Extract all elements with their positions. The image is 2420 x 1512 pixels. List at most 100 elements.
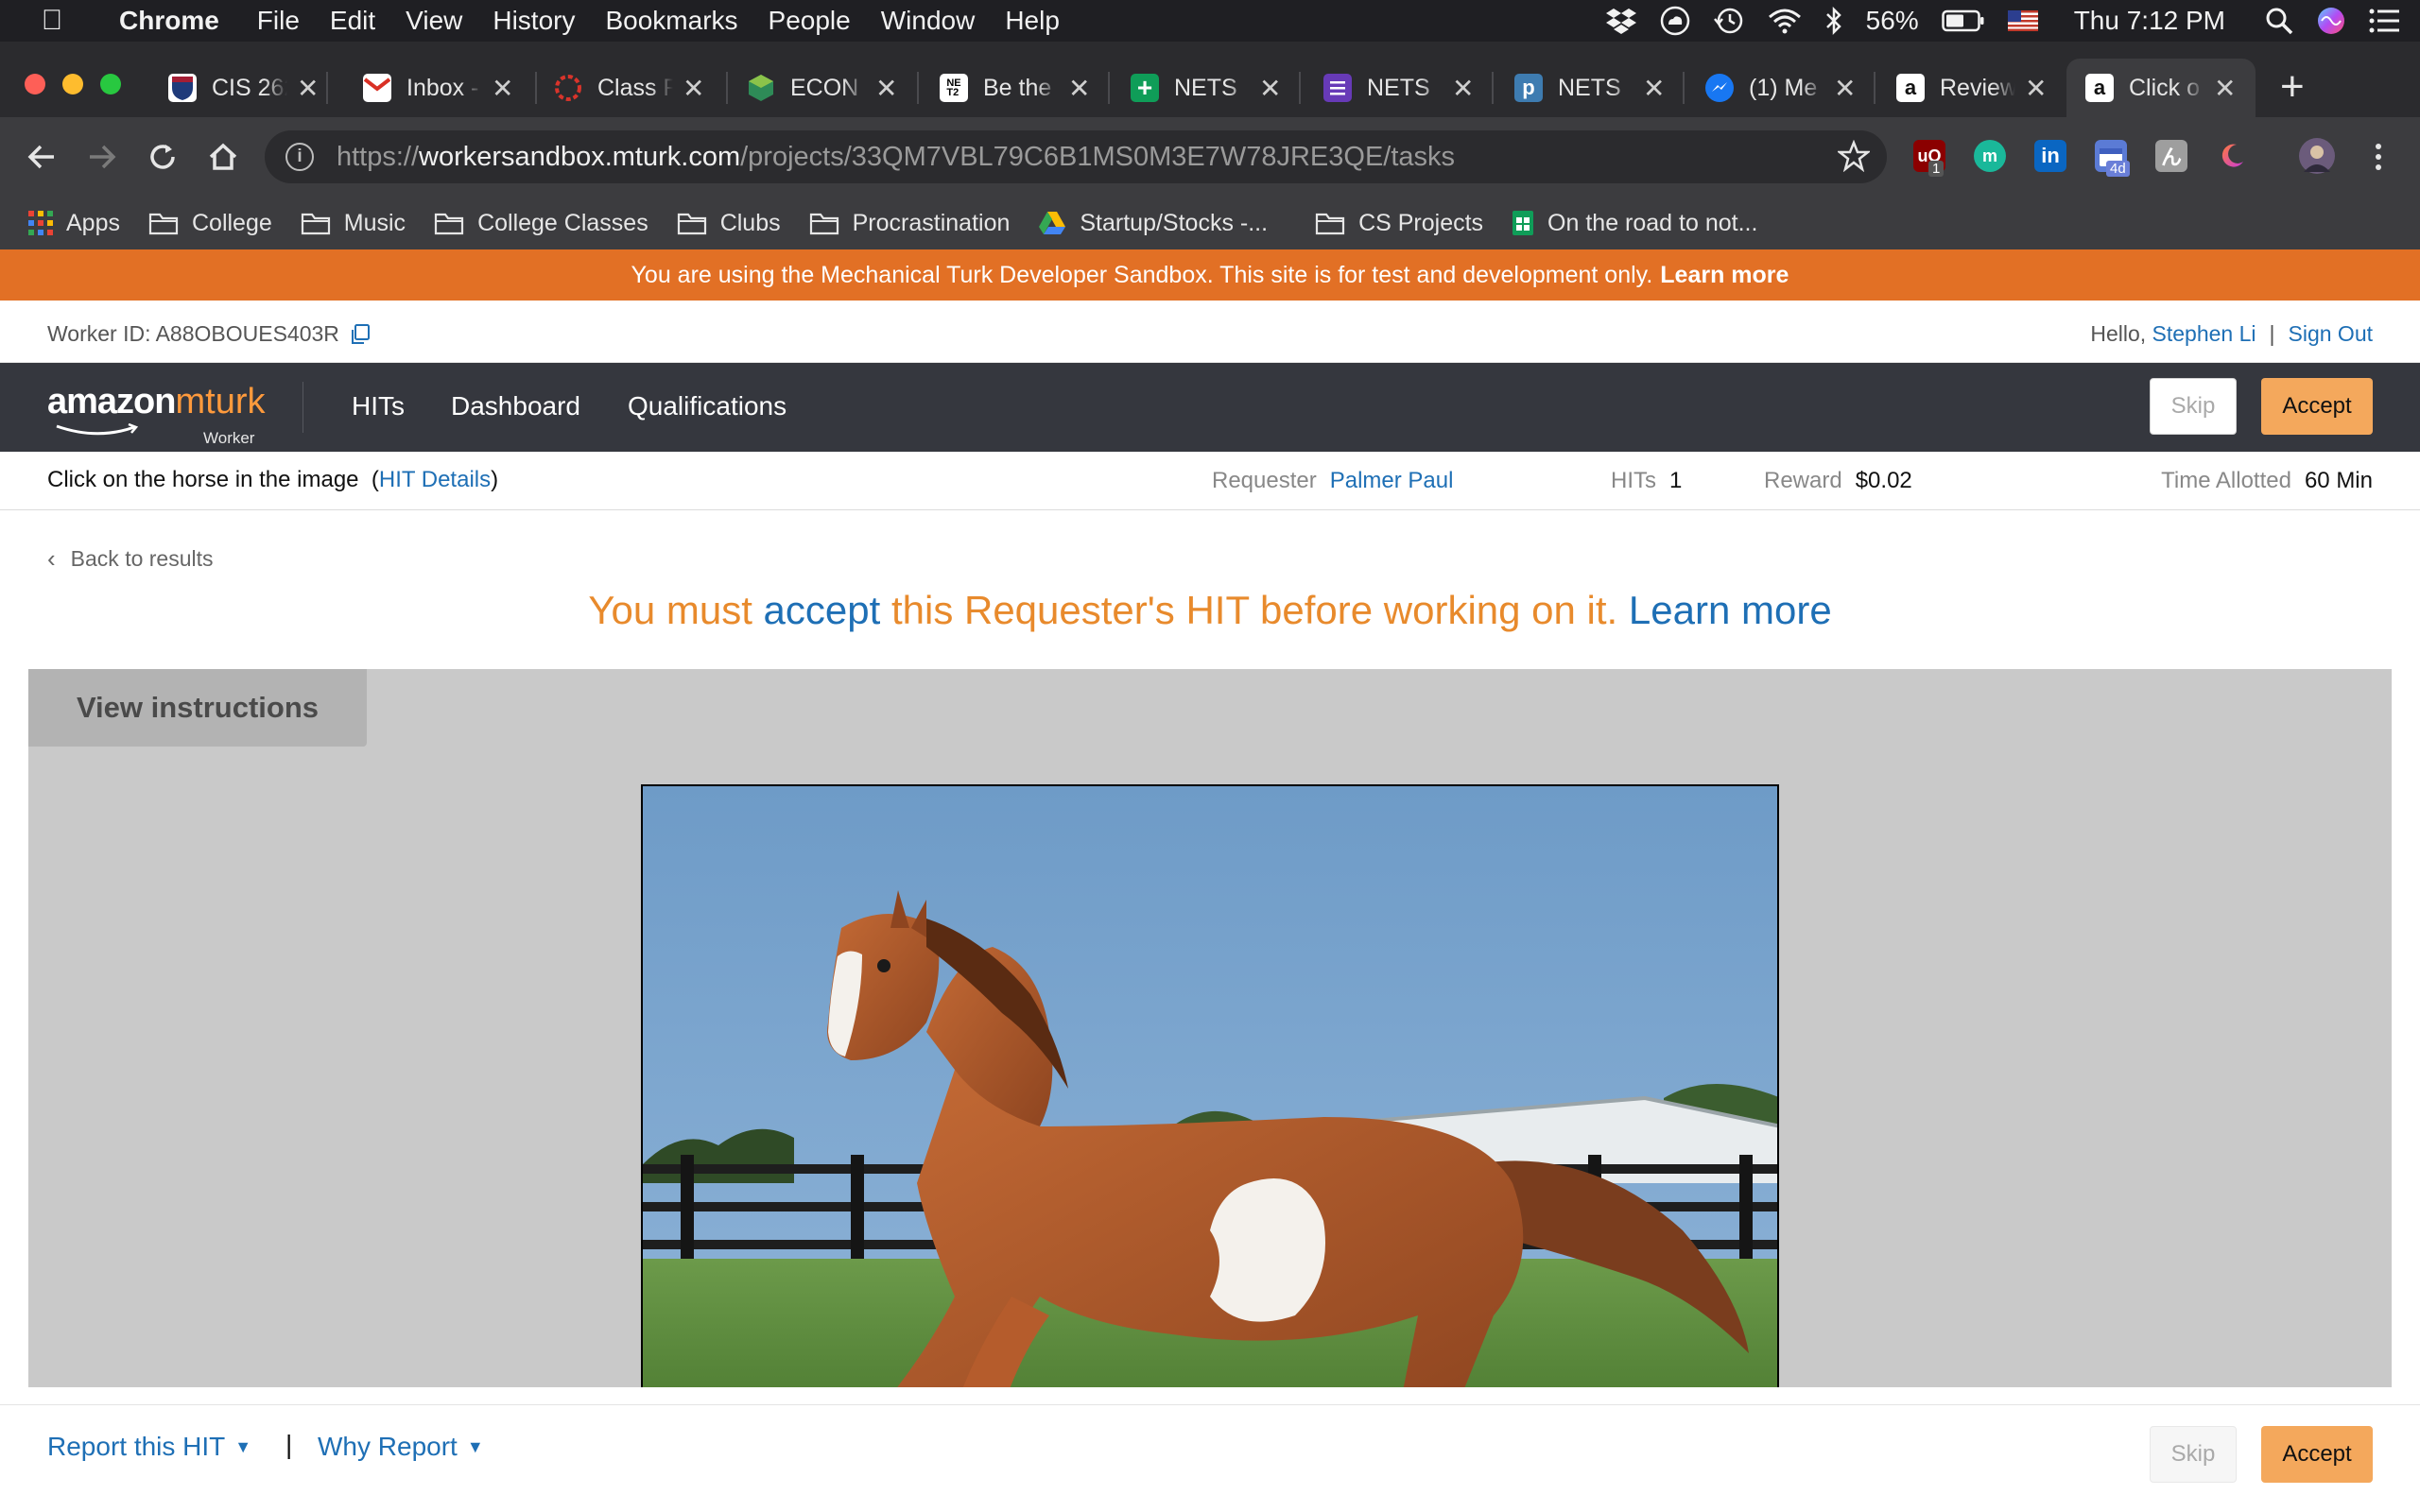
tab-close-icon[interactable]: ✕ [1834, 73, 1856, 104]
apple-menu-icon[interactable]:  [0, 5, 104, 37]
sandbox-learn-more-link[interactable]: Learn more [1660, 262, 1789, 289]
browser-tab[interactable]: a Review ✕ [1896, 59, 2047, 117]
forward-arrow-icon[interactable] [81, 136, 123, 178]
browser-tab[interactable]: NETS ✕ [1323, 59, 1474, 117]
bookmark-folder-clubs[interactable]: Clubs [677, 210, 781, 237]
kanji-extension-icon[interactable]: ん [2155, 140, 2187, 172]
bookmark-label: CS Projects [1358, 209, 1484, 236]
menu-app-name[interactable]: Chrome [104, 6, 242, 36]
tab-close-icon[interactable]: ✕ [1643, 73, 1665, 104]
copy-icon[interactable] [349, 323, 372, 346]
tab-close-icon[interactable]: ✕ [2214, 73, 2236, 104]
penn-shield-icon [168, 74, 197, 102]
tab-close-icon[interactable]: ✕ [492, 73, 513, 104]
profile-avatar[interactable] [2299, 138, 2335, 174]
cloud-sync-icon[interactable] [1649, 6, 1702, 36]
tab-close-icon[interactable]: ✕ [297, 73, 319, 104]
footer-accept-button[interactable]: Accept [2261, 1426, 2373, 1483]
notice-learn-more-link[interactable]: Learn more [1629, 588, 1832, 632]
chrome-menu-icon[interactable] [2358, 136, 2399, 178]
hit-details-link[interactable]: HIT Details [379, 467, 491, 492]
menu-help[interactable]: Help [990, 6, 1075, 36]
tab-close-icon[interactable]: ✕ [875, 73, 897, 104]
notification-center-icon[interactable] [2358, 9, 2420, 33]
sign-out-link[interactable]: Sign Out [2289, 321, 2374, 347]
spotlight-search-icon[interactable] [2254, 7, 2305, 35]
menu-edit[interactable]: Edit [315, 6, 390, 36]
tab-title: ECON [790, 74, 859, 101]
skip-button[interactable]: Skip [2150, 378, 2237, 435]
menu-history[interactable]: History [477, 6, 590, 36]
bookmark-star-icon[interactable] [1836, 139, 1872, 177]
menu-bookmarks[interactable]: Bookmarks [590, 6, 752, 36]
why-report-dropdown[interactable]: Why Report ▼ [318, 1432, 484, 1462]
view-instructions-button[interactable]: View instructions [28, 669, 367, 747]
back-to-results-link[interactable]: ‹ Back to results [47, 544, 214, 574]
home-icon[interactable] [202, 136, 244, 178]
menu-people[interactable]: People [753, 6, 866, 36]
bookmark-startup-stocks[interactable]: Startup/Stocks -... [1038, 210, 1268, 237]
bookmark-label: Procrastination [852, 209, 1011, 236]
time-machine-icon[interactable] [1702, 6, 1756, 36]
wifi-icon[interactable] [1756, 8, 1813, 34]
window-minimize-button[interactable] [62, 74, 83, 94]
browser-tab[interactable]: (1) Me ✕ [1705, 59, 1856, 117]
new-tab-button[interactable]: + [2280, 66, 2305, 108]
bookmark-folder-college-classes[interactable]: College Classes [434, 210, 648, 237]
browser-tab[interactable]: ECON ✕ [747, 59, 897, 117]
menu-view[interactable]: View [390, 6, 477, 36]
browser-tab[interactable]: NE T2 Be the ✕ [940, 59, 1090, 117]
siri-icon[interactable] [2305, 6, 2358, 36]
bookmark-folder-college[interactable]: College [148, 210, 272, 237]
browser-tab[interactable]: Inbox - ✕ [363, 59, 513, 117]
horse-image[interactable] [641, 784, 1779, 1387]
nav-dashboard[interactable]: Dashboard [451, 391, 580, 421]
browser-tab[interactable]: Class R ✕ [554, 59, 704, 117]
calendar-badge: 4d [2106, 161, 2130, 177]
bookmark-on-the-road[interactable]: On the road to not... [1512, 210, 1757, 237]
mturk-logo[interactable]: amazonmturk Worker [47, 382, 265, 447]
bookmark-apps[interactable]: Apps [28, 210, 120, 237]
battery-icon[interactable] [1930, 9, 1996, 32]
us-flag-icon[interactable] [1996, 10, 2049, 31]
nav-qualifications[interactable]: Qualifications [628, 391, 786, 421]
menu-window[interactable]: Window [866, 6, 991, 36]
nav-hits[interactable]: HITs [352, 391, 405, 421]
window-zoom-button[interactable] [100, 74, 121, 94]
dropbox-icon[interactable] [1594, 7, 1649, 35]
back-to-results-label: Back to results [70, 546, 214, 571]
folder-icon [434, 211, 464, 235]
linkedin-icon[interactable]: in [2034, 140, 2066, 172]
bookmark-folder-cs-projects[interactable]: CS Projects [1315, 210, 1483, 237]
tab-close-icon[interactable]: ✕ [2025, 73, 2047, 104]
back-arrow-icon[interactable] [21, 136, 62, 178]
address-bar[interactable]: i https://workersandbox.mturk.com/projec… [265, 130, 1887, 183]
tab-close-icon[interactable]: ✕ [1068, 73, 1090, 104]
browser-tab-active[interactable]: a Click o ✕ [2066, 59, 2256, 117]
tab-close-icon[interactable]: ✕ [1259, 73, 1281, 104]
report-hit-dropdown[interactable]: Report this HIT ▼ [47, 1432, 251, 1462]
address-url[interactable]: https://workersandbox.mturk.com/projects… [337, 142, 1455, 173]
accept-button[interactable]: Accept [2261, 378, 2373, 435]
browser-tab[interactable]: CIS 262 ✕ [168, 59, 319, 117]
user-name-link[interactable]: Stephen Li [2152, 321, 2256, 347]
mercury-extension-icon[interactable]: m [1974, 140, 2006, 172]
window-close-button[interactable] [25, 74, 45, 94]
requester-link[interactable]: Palmer Paul [1330, 468, 1454, 494]
footer-skip-button[interactable]: Skip [2150, 1426, 2237, 1483]
dark-mode-moon-icon[interactable] [2216, 140, 2248, 172]
menu-file[interactable]: File [242, 6, 315, 36]
site-info-icon[interactable]: i [285, 143, 314, 171]
logo-amazon-text: amazon [47, 382, 176, 421]
bluetooth-icon[interactable] [1813, 6, 1855, 36]
menubar-clock[interactable]: Thu 7:12 PM [2049, 6, 2254, 36]
bookmark-folder-music[interactable]: Music [301, 210, 406, 237]
sheets-icon [1512, 210, 1534, 236]
browser-tab[interactable]: + NETS ✕ [1131, 59, 1281, 117]
reload-icon[interactable] [142, 136, 183, 178]
tab-close-icon[interactable]: ✕ [683, 73, 704, 104]
tab-close-icon[interactable]: ✕ [1452, 73, 1474, 104]
bookmark-folder-procrastination[interactable]: Procrastination [809, 209, 1011, 237]
notice-accept-link[interactable]: accept [764, 588, 881, 632]
browser-tab[interactable]: p NETS ✕ [1514, 59, 1665, 117]
